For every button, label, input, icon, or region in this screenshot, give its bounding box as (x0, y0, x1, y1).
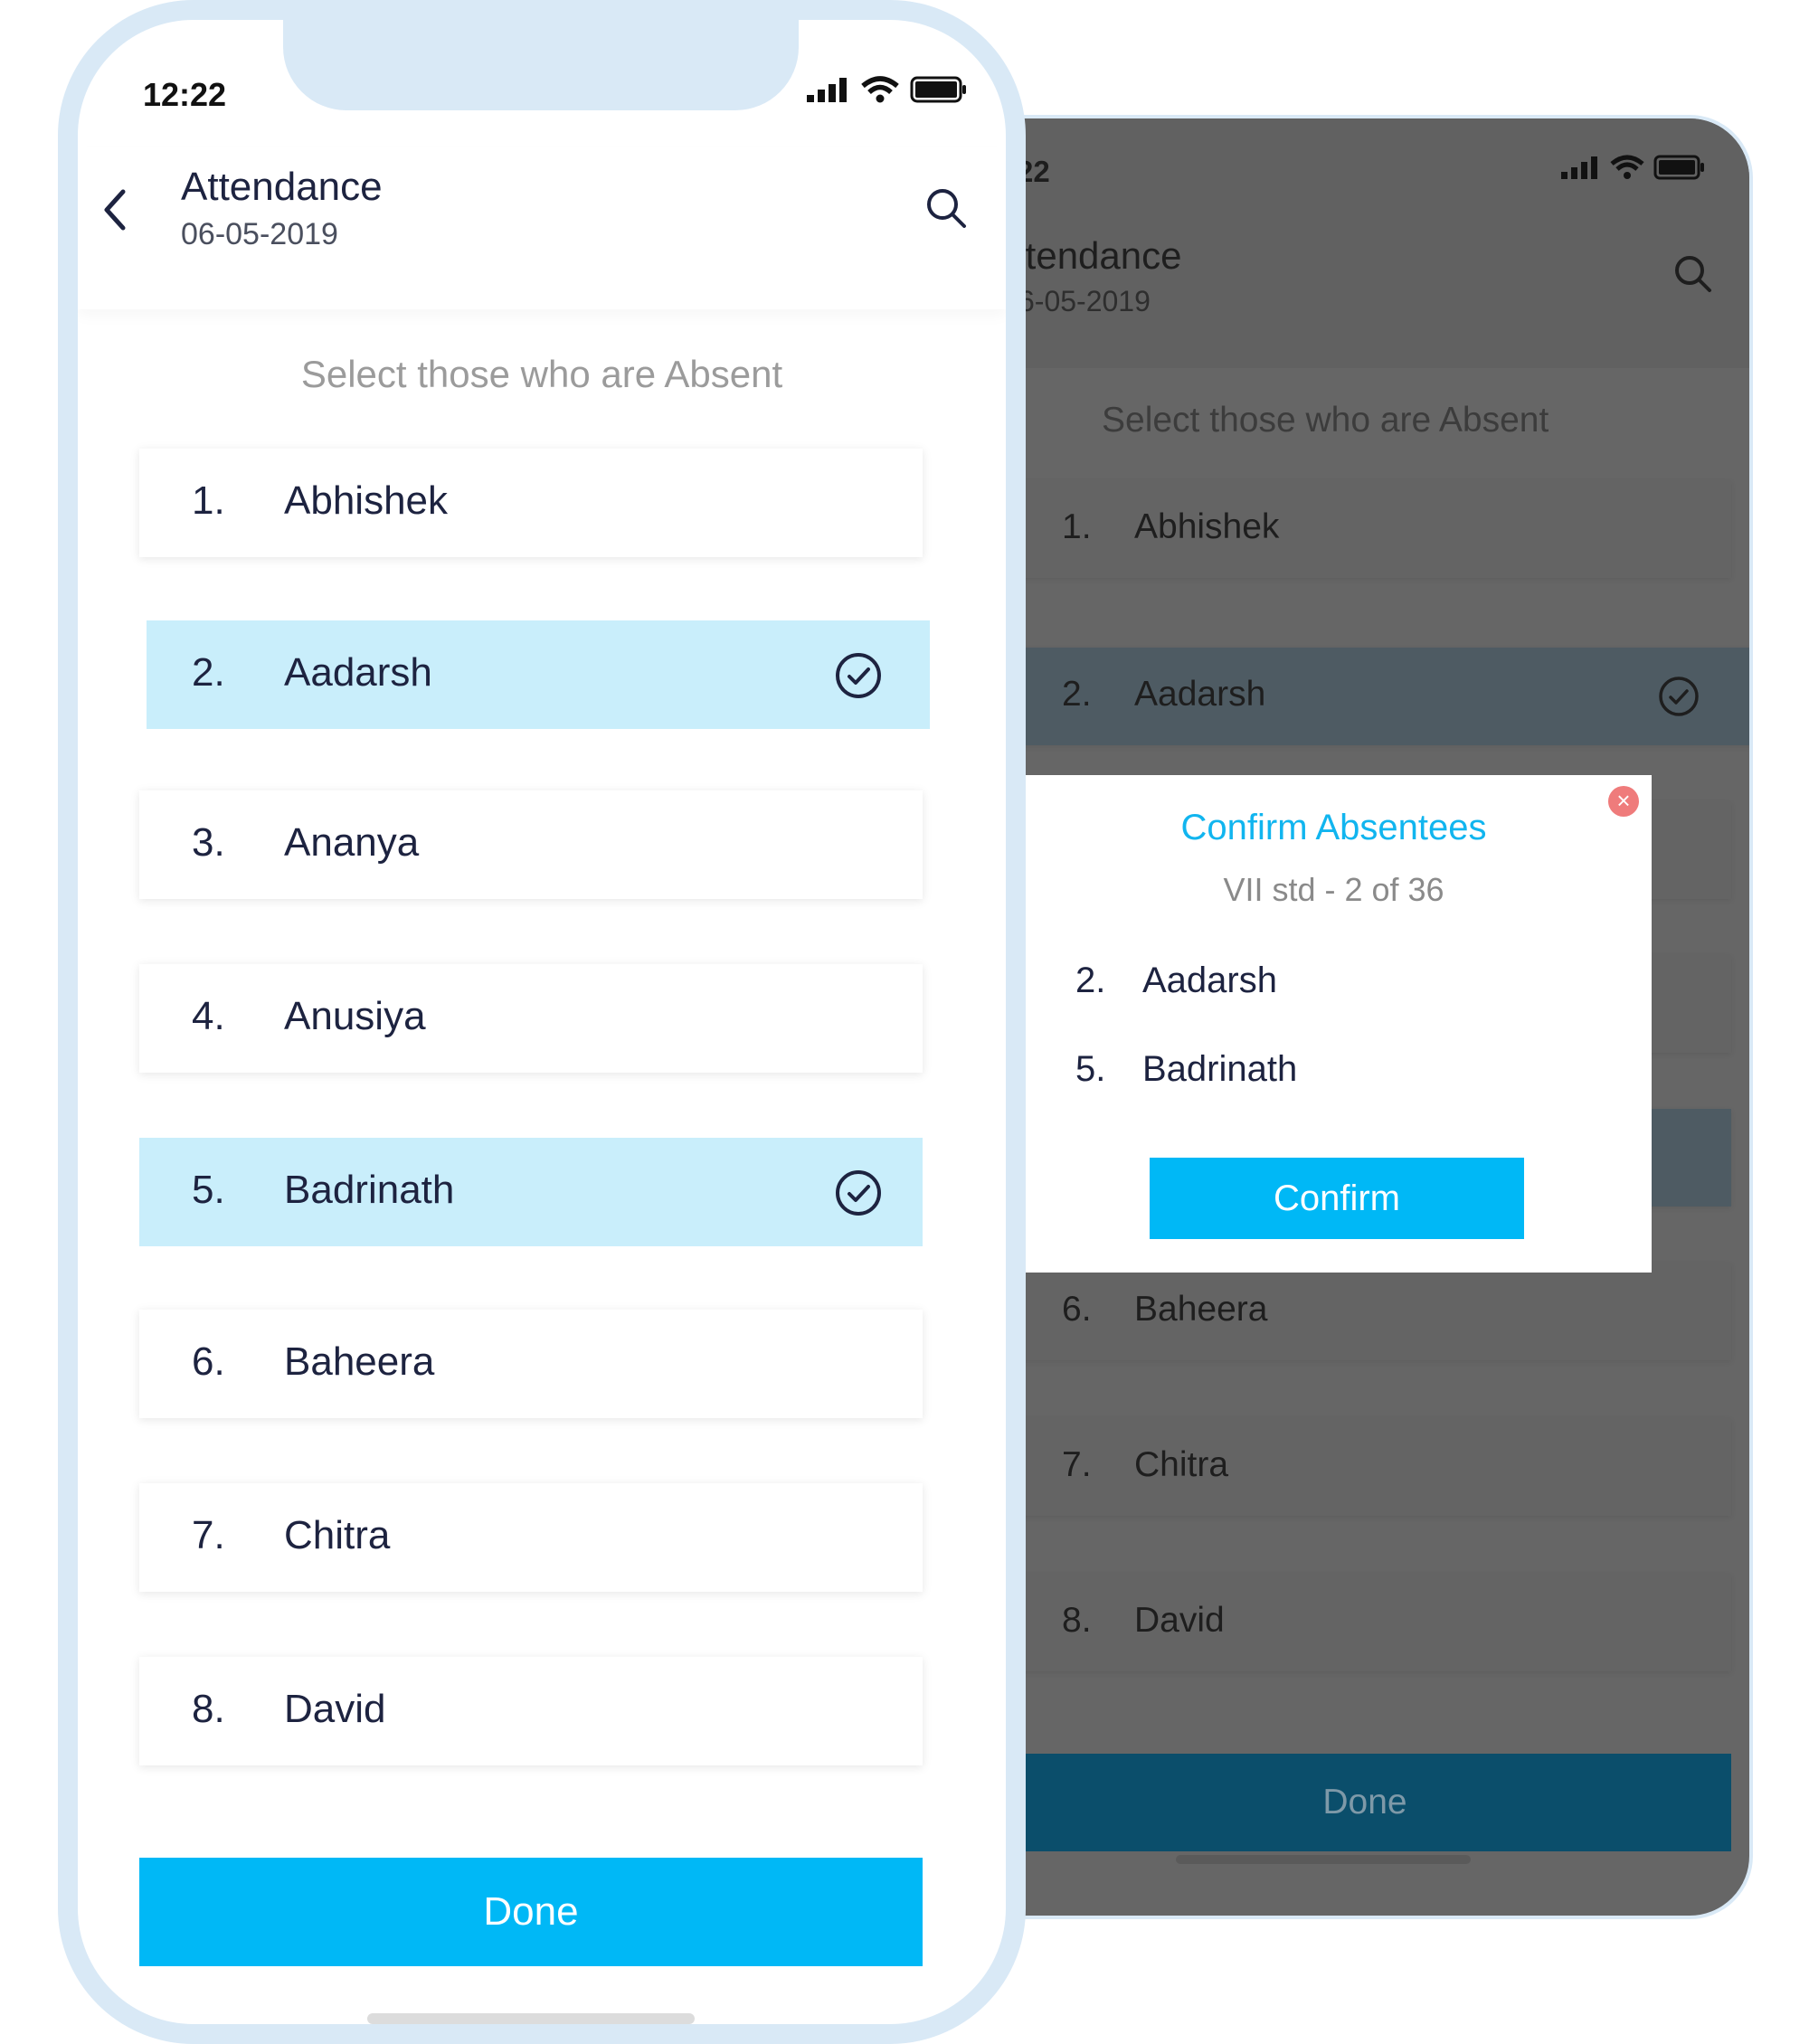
back-row-name: Aadarsh (1134, 675, 1266, 714)
row-name: Chitra (284, 1513, 391, 1557)
row-name: Abhishek (284, 478, 449, 523)
back-list-item[interactable]: 2. Aadarsh (999, 648, 1749, 745)
row-name: Aadarsh (284, 650, 432, 695)
back-list-item[interactable]: 1. Abhishek (999, 480, 1731, 578)
row-number: 1. (192, 478, 225, 523)
row-name: Ananya (284, 820, 420, 865)
row-number: 3. (192, 820, 225, 865)
student-row-selected[interactable]: 5. Badrinath (139, 1138, 923, 1246)
battery-icon (910, 76, 966, 103)
battery-icon (1653, 155, 1704, 180)
row-number: 6. (192, 1339, 225, 1384)
search-icon (1675, 256, 1711, 292)
back-row-name: Chitra (1134, 1445, 1229, 1484)
check-circle-icon (836, 1170, 881, 1216)
row-number: 5. (192, 1168, 225, 1212)
row-name: David (284, 1687, 386, 1731)
back-home-indicator (1176, 1855, 1471, 1864)
row-number: 4. (192, 994, 225, 1038)
back-row-name: Abhishek (1134, 507, 1280, 546)
back-instruction-text: Select those who are Absent (1102, 401, 1549, 440)
student-row[interactable]: 1. Abhishek (139, 449, 923, 557)
wifi-icon (1610, 155, 1644, 179)
back-list-item[interactable]: 8. David (999, 1574, 1731, 1671)
absentee-number: 2. (1075, 960, 1106, 1000)
back-row-name: Baheera (1134, 1290, 1268, 1329)
home-indicator (367, 2013, 695, 2024)
student-row[interactable]: 8. David (139, 1657, 923, 1765)
phone-notch (283, 20, 799, 110)
wifi-icon (861, 76, 899, 103)
student-row-selected[interactable]: 2. Aadarsh (147, 620, 930, 729)
back-row-number: 1. (1062, 507, 1092, 546)
back-row-number: 6. (1062, 1290, 1092, 1329)
row-number: 7. (192, 1513, 225, 1557)
back-button[interactable] (98, 185, 134, 240)
page-title: Attendance (181, 165, 383, 209)
student-row[interactable]: 3. Ananya (139, 790, 923, 899)
back-page-date: 6-05-2019 (1018, 285, 1151, 317)
absentee-item: 2. Aadarsh (1075, 960, 1277, 1001)
back-done-button[interactable]: Done (999, 1754, 1731, 1851)
row-number: 2. (192, 650, 225, 695)
back-row-number: 8. (1062, 1601, 1092, 1640)
row-name: Anusiya (284, 994, 426, 1038)
done-button[interactable]: Done (139, 1858, 923, 1966)
back-search-button[interactable] (1673, 254, 1713, 298)
chevron-left-icon (104, 189, 126, 231)
absentee-number: 5. (1075, 1049, 1106, 1089)
page-date: 06-05-2019 (181, 217, 338, 251)
absentee-item: 5. Badrinath (1075, 1049, 1297, 1090)
signal-icon (807, 78, 847, 102)
back-row-name: David (1134, 1601, 1225, 1640)
status-icons (807, 76, 968, 103)
confirm-absentees-dialog: × Confirm Absentees VII std - 2 of 36 2.… (1016, 775, 1652, 1273)
student-row[interactable]: 6. Baheera (139, 1310, 923, 1418)
row-number: 8. (192, 1687, 225, 1731)
check-circle-icon (1659, 677, 1699, 716)
check-circle-icon (836, 653, 881, 698)
back-page-title: ttendance (1015, 234, 1182, 277)
back-row-number: 2. (1062, 675, 1092, 714)
search-icon (927, 189, 966, 228)
status-time: 12:22 (143, 76, 227, 113)
back-status-icons (1561, 155, 1706, 180)
dialog-title: Confirm Absentees (1180, 808, 1487, 847)
instruction-text: Select those who are Absent (300, 353, 783, 395)
front-phone-frame: 12:22 Attendance 06-05-2019 Select those… (58, 0, 1026, 2044)
row-name: Badrinath (284, 1168, 455, 1212)
back-list-item[interactable]: 6. Baheera (999, 1263, 1731, 1360)
back-row-number: 7. (1062, 1445, 1092, 1484)
row-name: Baheera (284, 1339, 435, 1384)
dialog-subtitle: VII std - 2 of 36 (1223, 871, 1444, 908)
student-row[interactable]: 4. Anusiya (139, 964, 923, 1073)
absentee-name: Badrinath (1142, 1049, 1298, 1089)
absentee-name: Aadarsh (1142, 960, 1277, 1000)
search-button[interactable] (924, 186, 968, 234)
back-list-item[interactable]: 7. Chitra (999, 1418, 1731, 1516)
signal-icon (1561, 156, 1597, 179)
confirm-button[interactable]: Confirm (1150, 1158, 1524, 1239)
student-row[interactable]: 7. Chitra (139, 1483, 923, 1592)
